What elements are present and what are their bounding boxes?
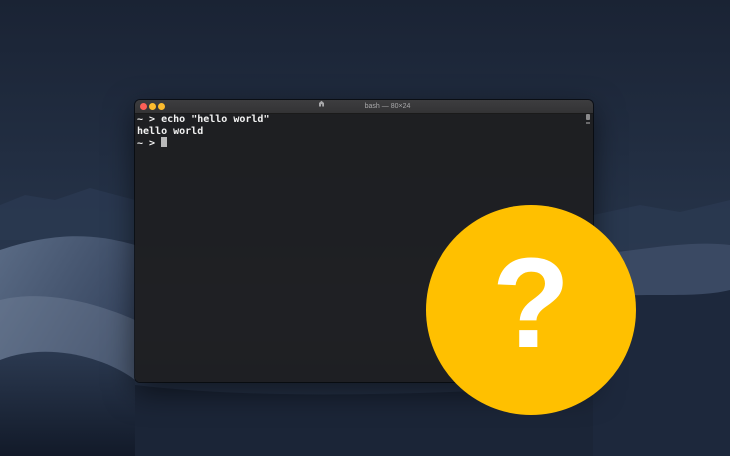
scrollbar-thumb[interactable]: [586, 114, 590, 124]
title-bar[interactable]: bash — 80×24: [135, 100, 593, 114]
window-title-area: bash — 80×24: [135, 100, 593, 113]
window-title: bash — 80×24: [364, 103, 411, 110]
question-mark-icon: ?: [492, 232, 570, 375]
terminal-line: ~ >: [137, 137, 583, 149]
shell-prompt: ~ >: [137, 114, 162, 125]
shell-prompt: ~ >: [137, 138, 162, 149]
command-text: echo "hello world": [161, 114, 270, 125]
terminal-line: ~ > echo "hello world": [137, 114, 583, 126]
text-cursor: [161, 137, 168, 147]
command-output: hello world: [137, 125, 204, 137]
home-folder-icon: [318, 100, 325, 112]
help-badge: ?: [425, 204, 637, 416]
terminal-line: hello world: [137, 126, 583, 138]
